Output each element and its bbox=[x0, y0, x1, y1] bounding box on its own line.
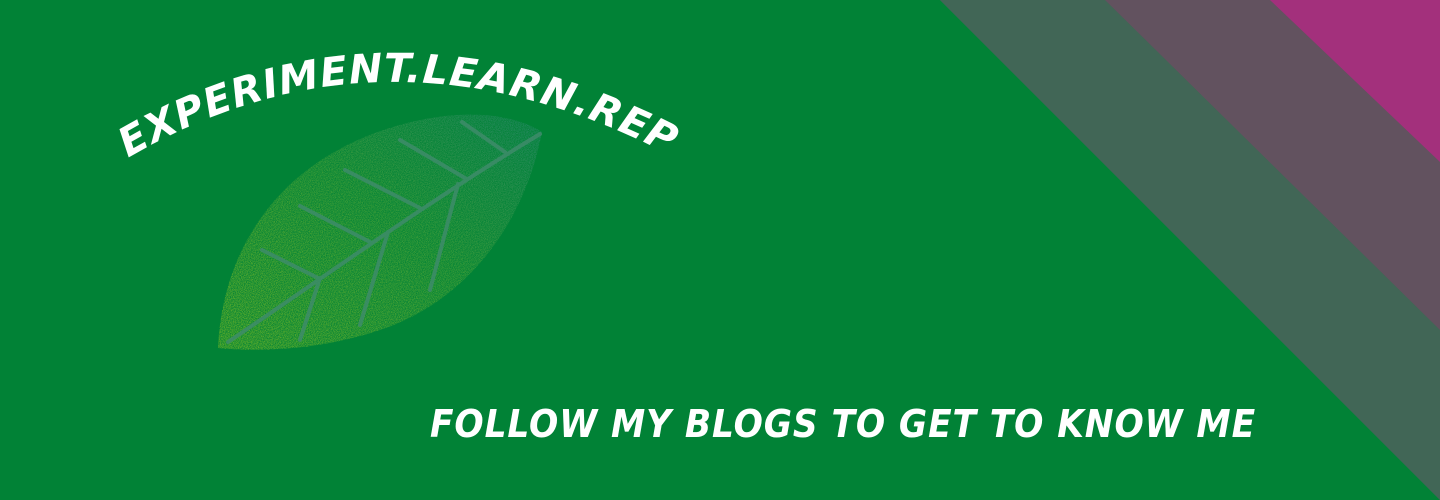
call-to-action: FOLLOW MY BLOGS TO GET TO KNOW ME bbox=[430, 402, 1256, 446]
hero-banner: EXPERIMENT.LEARN.REPEAT. FOLLOW MY BLOGS… bbox=[0, 0, 1440, 500]
banner-graphic: EXPERIMENT.LEARN.REPEAT. FOLLOW MY BLOGS… bbox=[0, 0, 1440, 500]
